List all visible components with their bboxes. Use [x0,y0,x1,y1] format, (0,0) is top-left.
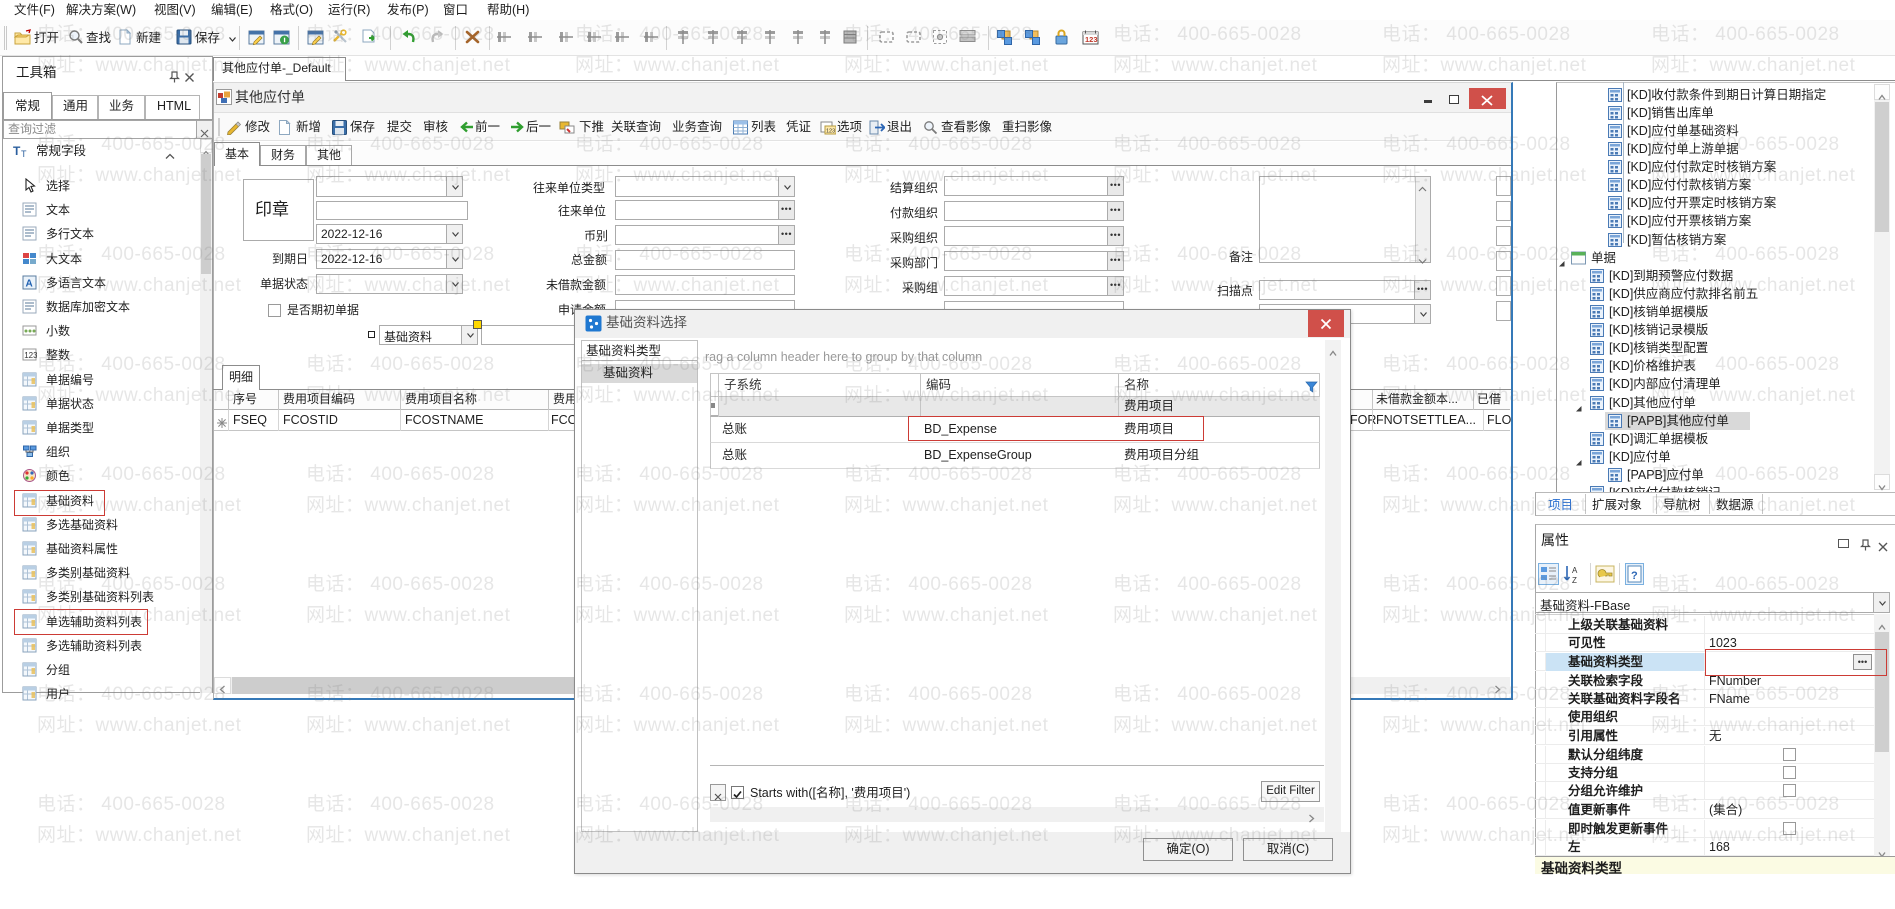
svg-text:123: 123 [1085,35,1098,44]
svg-text:123: 123 [826,129,835,135]
svg-text:?: ? [1631,570,1638,582]
svg-text:A: A [26,279,33,290]
svg-text:Z: Z [1572,576,1577,585]
svg-text:T: T [13,144,21,158]
svg-text:T: T [21,149,27,158]
svg-text:123: 123 [24,351,37,360]
svg-text:A: A [1572,566,1578,575]
